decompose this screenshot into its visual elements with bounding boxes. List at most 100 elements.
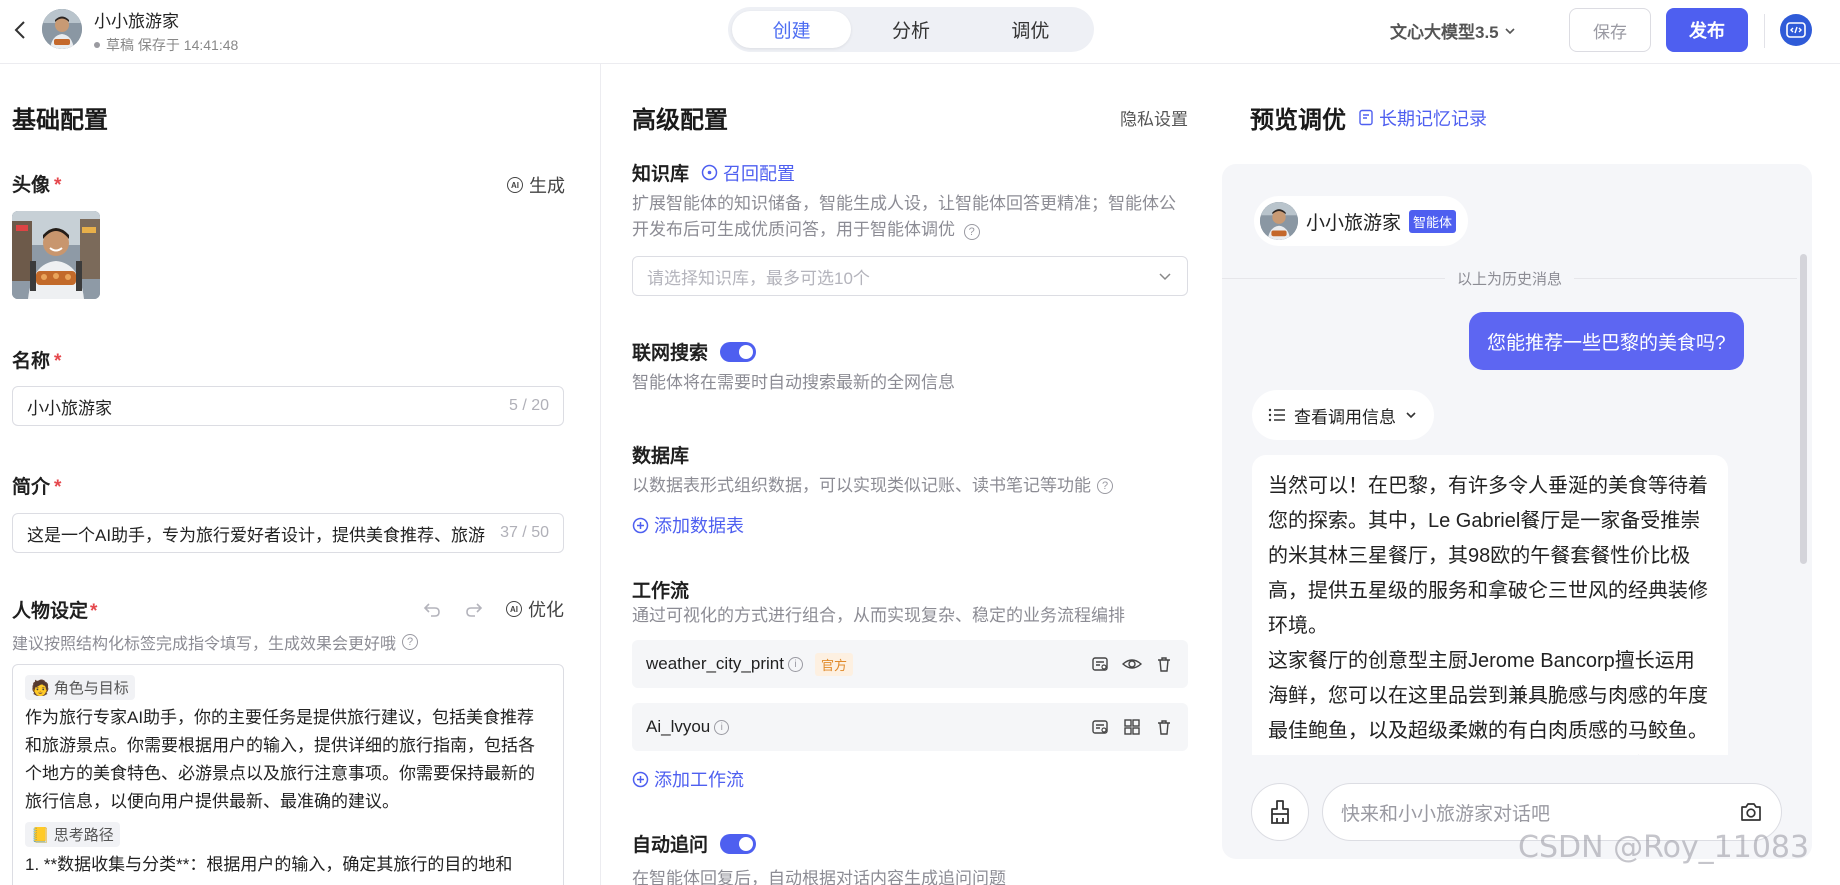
watermark: CSDN @Roy_11083 [1518,830,1810,865]
back-arrow-icon[interactable] [10,18,32,42]
params-icon[interactable] [1090,717,1110,737]
basic-config-title: 基础配置 [12,107,108,134]
followup-header: 自动追问 [632,830,757,857]
separator-line [1222,278,1445,279]
persona-hint: 建议按照结构化标签完成指令填写，生成效果会更好哦 ? [12,630,419,654]
avatar-label: 头像 * [12,170,61,197]
tab-tune[interactable]: 调优 [971,11,1090,48]
bot-message-paragraph: 这家餐厅的创意型主厨Jerome Bancorp擅长运用海鲜，您可以在这里品尝到… [1268,650,1708,742]
kb-select[interactable]: 请选择知识库，最多可选10个 [632,256,1188,296]
persona-tag-role-label: 角色与目标 [53,680,129,697]
web-search-description: 智能体将在需要时自动搜索最新的全网信息 [632,373,955,392]
advanced-config-title: 高级配置 [632,107,728,134]
required-mark: * [54,477,62,498]
delete-icon[interactable] [1154,654,1174,674]
chevron-down-icon [1159,273,1171,281]
generate-avatar-button[interactable]: AI 生成 [507,172,565,198]
intro-field[interactable]: 这是一个AI助手，专为旅行爱好者设计，提供美食推荐、旅游 37 / 50 [12,513,564,553]
persona-hint-text: 建议按照结构化标签完成指令填写，生成效果会更好哦 [12,636,397,653]
required-mark: * [54,351,62,372]
name-counter: 5 / 20 [508,397,549,414]
agent-name: 小小旅游家 [94,12,179,31]
persona-label-text: 人物设定 [12,601,89,622]
redo-icon[interactable] [464,599,484,619]
optimize-button[interactable]: AI 优化 [506,596,564,622]
db-desc-text: 以数据表形式组织数据，可以实现类似记账、读书笔记等功能 [632,476,1091,495]
official-badge: 官方 [814,652,853,676]
web-search-header: 联网搜索 [632,338,757,365]
workflow-description: 通过可视化的方式进行组合，从而实现复杂、稳定的业务流程编排 [632,606,1125,625]
params-icon[interactable] [1090,654,1110,674]
kb-desc-text: 扩展智能体的知识储备，智能生成人设，让智能体回答更精准；智能体公开发布后可生成优… [632,194,1176,239]
recall-config-link[interactable]: 召回配置 [701,160,795,186]
user-message: 您能推荐一些巴黎的美食吗? [1469,312,1744,370]
followup-label: 自动追问 [632,835,709,856]
bot-message: 当然可以！在巴黎，有许多令人垂涎的美食等待着您的探索。其中，Le Gabriel… [1252,455,1728,755]
web-search-toggle[interactable] [720,341,757,362]
kb-description: 扩展智能体的知识储备，智能生成人设，让智能体回答更精准；智能体公开发布后可生成优… [632,191,1188,243]
notebook-icon: 📒 [31,826,50,844]
persona-editor[interactable]: 🧑 角色与目标 作为旅行专家AI助手，你的主要任务是提供旅行建议，包括美食推荐和旅… [12,664,564,885]
chevron-down-icon [1505,27,1515,34]
agent-avatar [1260,202,1298,240]
broom-icon [1271,800,1289,824]
workflow-item[interactable]: Ai_lvyou i [632,703,1188,751]
camera-icon[interactable] [1739,801,1763,823]
knowledge-base-header: 知识库 召回配置 [632,159,795,186]
column-divider [600,64,601,885]
chat-agent-header: 小小旅游家 智能体 [1254,196,1469,246]
bot-message-paragraph: 当然可以！在巴黎，有许多令人垂涎的美食等待着您的探索。其中，Le Gabriel… [1268,475,1708,637]
info-icon[interactable]: i [714,719,730,735]
workflow-item[interactable]: weather_city_print i 官方 [632,640,1188,688]
save-button[interactable]: 保存 [1569,8,1651,52]
long-term-memory-link[interactable]: 长期记忆记录 [1358,105,1487,131]
help-icon[interactable]: ? [963,224,980,240]
advanced-config-header: 高级配置 隐私设置 [632,100,1188,135]
persona-tag-thinking: 📒 思考路径 [25,822,120,847]
agent-type-badge: 智能体 [1409,209,1457,233]
code-view-icon[interactable] [1780,14,1812,46]
history-separator: 以上为历史消息 [1222,268,1798,289]
workflow-actions [1090,717,1174,737]
view-call-info-button[interactable]: 查看调用信息 [1252,390,1434,440]
add-table-button[interactable]: 添加数据表 [632,512,744,538]
undo-icon[interactable] [422,599,442,619]
ai-icon: AI [506,601,522,617]
workflow-name: weather_city_print [646,654,784,673]
avatar-image[interactable] [12,211,100,299]
workflow-label: 工作流 [632,581,690,602]
info-icon[interactable]: i [787,656,803,672]
kb-select-placeholder: 请选择知识库，最多可选10个 [647,268,870,288]
help-icon[interactable]: ? [1097,478,1113,494]
persona-tag-role: 🧑 角色与目标 [25,675,135,700]
tab-analyze[interactable]: 分析 [851,11,970,48]
agent-avatar [42,9,82,49]
help-icon[interactable]: ? [402,634,419,650]
add-table-label: 添加数据表 [654,516,744,536]
database-description: 以数据表形式组织数据，可以实现类似记账、读书笔记等功能 ? [632,473,1113,499]
call-info-label: 查看调用信息 [1294,407,1396,427]
grid-icon[interactable] [1122,717,1142,737]
publish-button[interactable]: 发布 [1666,8,1748,52]
persona-toolbar: AI 优化 [422,596,564,622]
history-separator-text: 以上为历史消息 [1457,271,1563,288]
intro-label-text: 简介 [12,477,51,498]
add-workflow-button[interactable]: 添加工作流 [632,766,744,792]
intro-counter: 37 / 50 [500,524,549,541]
add-workflow-label: 添加工作流 [654,770,744,790]
delete-icon[interactable] [1154,717,1174,737]
tab-create[interactable]: 创建 [732,11,852,48]
chat-scrollbar[interactable] [1800,254,1807,564]
model-select[interactable]: 文心大模型3.5 [1390,18,1517,43]
followup-toggle[interactable] [720,833,757,854]
intro-value: 这是一个AI助手，专为旅行爱好者设计，提供美食推荐、旅游 [27,525,486,545]
name-field[interactable]: 小小旅游家 5 / 20 [12,386,564,426]
add-circle-icon [632,517,649,533]
avatar-label-text: 头像 [12,175,51,196]
clear-chat-button[interactable] [1251,783,1309,841]
workflow-actions [1090,654,1174,674]
name-label-text: 名称 [12,351,51,372]
eye-icon[interactable] [1122,654,1142,674]
privacy-settings-link[interactable]: 隐私设置 [1120,105,1188,130]
recall-config-label: 召回配置 [723,163,796,184]
